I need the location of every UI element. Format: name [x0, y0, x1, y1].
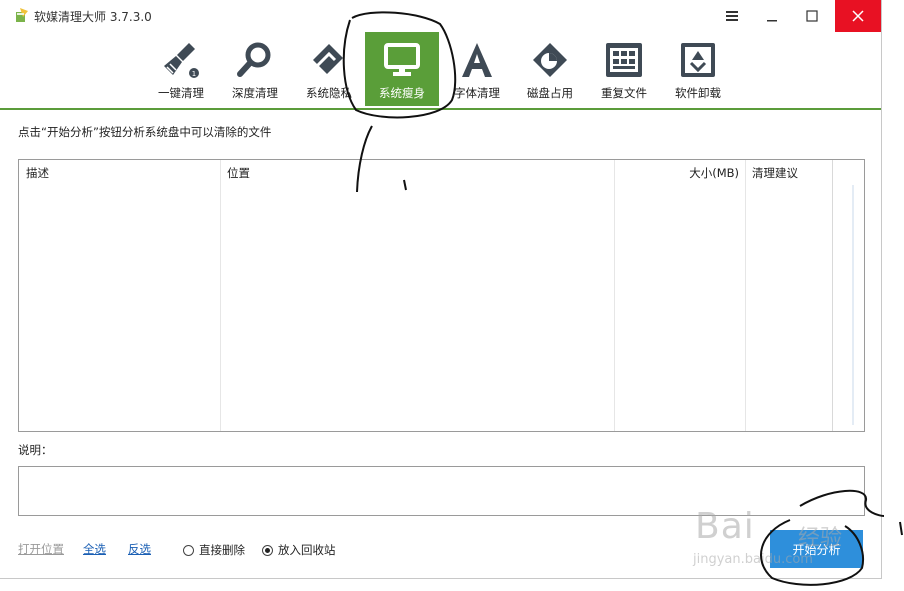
window-title: 软媒清理大师 3.7.3.0	[34, 10, 152, 24]
duplicate-files-icon	[606, 43, 642, 77]
font-icon	[462, 43, 492, 77]
disk-chart-icon	[533, 43, 567, 77]
column-header[interactable]: 位置	[227, 165, 250, 181]
watermark-logo: Bai	[695, 506, 755, 547]
tool-one-click-clean[interactable]: 1 一键清理	[144, 32, 218, 106]
column-description: 描述	[19, 160, 221, 431]
title-bar[interactable]: 软媒清理大师 3.7.3.0	[0, 0, 881, 32]
menu-icon	[726, 11, 738, 21]
radio-indicator	[183, 544, 194, 556]
monitor-icon	[384, 43, 420, 76]
hint-text: 点击“开始分析”按钮分析系统盘中可以清除的文件	[18, 125, 272, 139]
tool-label: 系统隐私	[306, 86, 352, 100]
minimize-button[interactable]	[752, 0, 792, 32]
svg-text:1: 1	[192, 70, 196, 78]
tool-label: 软件卸载	[675, 86, 721, 100]
column-header[interactable]: 描述	[26, 165, 49, 181]
column-header[interactable]: 清理建议	[752, 165, 798, 181]
tool-label: 重复文件	[601, 86, 647, 100]
tool-label: 一键清理	[158, 86, 204, 100]
tool-label: 磁盘占用	[527, 86, 573, 100]
select-all-link[interactable]: 全选	[83, 541, 106, 557]
watermark-subtitle: 经验	[798, 526, 843, 551]
broom-icon: 1	[164, 43, 199, 78]
maximize-icon	[806, 10, 818, 22]
radio-recycle-bin[interactable]: 放入回收站	[262, 542, 336, 558]
column-location: 位置	[221, 160, 615, 431]
radio-direct-delete[interactable]: 直接删除	[183, 542, 245, 558]
eraser-icon	[313, 44, 343, 74]
tool-system-slim[interactable]: 系统瘦身	[365, 32, 439, 106]
watermark-url: jingyan.baidu.com	[693, 552, 813, 567]
tool-font-clean[interactable]: 字体清理	[440, 32, 514, 106]
tool-disk-usage[interactable]: 磁盘占用	[513, 32, 587, 106]
app-window: 软媒清理大师 3.7.3.0 1 一键清理 深度清理 系统隐私 系统瘦身 字体清…	[0, 0, 882, 579]
column-size: 大小(MB)	[615, 160, 746, 431]
app-logo-icon	[16, 8, 28, 22]
column-header[interactable]: 大小(MB)	[689, 165, 739, 181]
menu-button[interactable]	[712, 0, 752, 32]
radio-label: 直接删除	[199, 543, 245, 557]
maximize-button[interactable]	[792, 0, 832, 32]
radio-indicator	[262, 544, 273, 556]
note-label: 说明：	[18, 443, 53, 457]
radio-label: 放入回收站	[278, 543, 336, 557]
close-icon	[852, 10, 864, 22]
table-scrollbar[interactable]	[852, 185, 854, 425]
recycle-icon	[681, 43, 715, 77]
tool-label: 深度清理	[232, 86, 278, 100]
open-location-link[interactable]: 打开位置	[18, 541, 64, 557]
column-suggestion: 清理建议	[746, 160, 833, 431]
tool-deep-clean[interactable]: 深度清理	[218, 32, 292, 106]
tool-system-privacy[interactable]: 系统隐私	[292, 32, 366, 106]
invert-selection-link[interactable]: 反选	[128, 541, 151, 557]
tool-uninstall[interactable]: 软件卸载	[661, 32, 735, 106]
minimize-icon	[767, 20, 777, 22]
tool-duplicate-files[interactable]: 重复文件	[587, 32, 661, 106]
results-table[interactable]: 描述 位置 大小(MB) 清理建议	[18, 159, 865, 432]
toolbar: 1 一键清理 深度清理 系统隐私 系统瘦身 字体清理 磁盘占用 重复文件 软件卸…	[0, 32, 881, 110]
magnifier-icon	[237, 42, 271, 77]
close-button[interactable]	[835, 0, 881, 32]
tool-label: 系统瘦身	[379, 86, 425, 100]
tool-label: 字体清理	[454, 86, 500, 100]
